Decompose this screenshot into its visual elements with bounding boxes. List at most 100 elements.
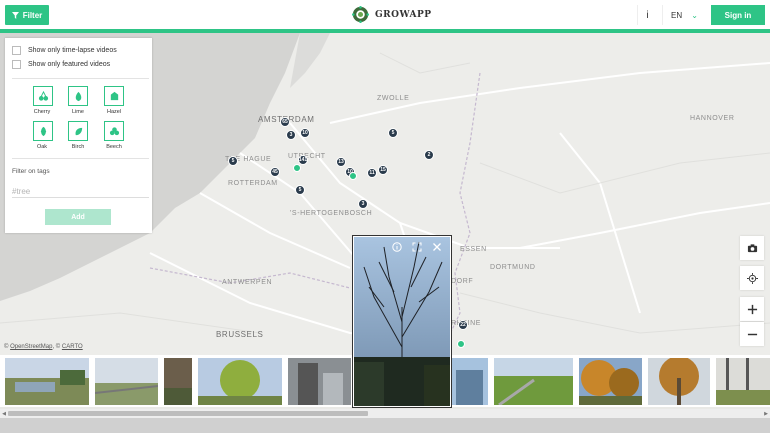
divider bbox=[12, 78, 149, 79]
zoom-out-button[interactable] bbox=[740, 322, 764, 346]
city-label: ANTWERPEN bbox=[222, 279, 273, 286]
video-pin-marker[interactable] bbox=[349, 172, 357, 180]
copyright-symbol: © bbox=[4, 344, 9, 350]
video-thumbnail[interactable] bbox=[494, 358, 573, 405]
featured-label: Show only featured videos bbox=[28, 61, 111, 68]
video-thumbnail[interactable] bbox=[648, 358, 710, 405]
app-logo[interactable]: GROWAPP bbox=[352, 6, 432, 23]
oak-icon bbox=[40, 126, 46, 136]
video-preview-image bbox=[354, 237, 450, 406]
divider bbox=[12, 158, 149, 159]
tree-filter-hazel[interactable] bbox=[104, 86, 124, 106]
hazel-icon bbox=[110, 91, 118, 100]
thumbnail-image bbox=[494, 358, 573, 405]
video-thumbnail[interactable] bbox=[164, 358, 192, 405]
tags-input[interactable] bbox=[12, 185, 149, 198]
top-bar: Filter GROWAPP i EN ⌄ Sign in bbox=[0, 0, 770, 30]
tree-filter-cherry[interactable] bbox=[33, 86, 53, 106]
chevron-down-icon: ⌄ bbox=[691, 10, 698, 20]
funnel-icon bbox=[11, 11, 19, 19]
thumbnail-image bbox=[716, 358, 770, 405]
video-thumbnail[interactable] bbox=[451, 358, 488, 405]
tree-filter-oak[interactable] bbox=[33, 121, 53, 141]
scroll-right-arrow-icon[interactable]: ▶ bbox=[762, 409, 770, 418]
camera-button[interactable] bbox=[740, 236, 764, 260]
scroll-left-arrow-icon[interactable]: ◀ bbox=[0, 409, 8, 418]
tree-filter-lime[interactable] bbox=[68, 86, 88, 106]
city-label: 'S-HERTOGENBOSCH bbox=[290, 210, 373, 217]
featured-checkbox[interactable] bbox=[12, 60, 21, 69]
video-cluster-marker[interactable]: 11 bbox=[367, 168, 377, 178]
popup-controls bbox=[392, 242, 442, 252]
time-lapse-checkbox-row[interactable]: Show only time-lapse videos bbox=[12, 46, 117, 55]
carto-link[interactable]: CARTO bbox=[62, 344, 83, 350]
video-thumbnail[interactable] bbox=[288, 358, 351, 405]
video-cluster-marker[interactable]: 22 bbox=[458, 320, 468, 330]
video-pin-marker[interactable] bbox=[293, 164, 301, 172]
language-select[interactable]: EN ⌄ bbox=[662, 5, 706, 25]
growapp-logo-icon bbox=[352, 6, 369, 23]
tags-filter-label: Filter on tags bbox=[12, 168, 50, 175]
video-cluster-marker[interactable]: 5 bbox=[295, 185, 305, 195]
close-icon[interactable] bbox=[432, 242, 442, 252]
growapp-window: Filter GROWAPP i EN ⌄ Sign in ZWOLLE HAN… bbox=[0, 0, 770, 433]
locate-button[interactable] bbox=[740, 266, 764, 290]
map-attribution: © OpenStreetMap, © CARTO bbox=[4, 344, 83, 350]
video-thumbnail[interactable] bbox=[579, 358, 642, 405]
city-label: ESSEN bbox=[460, 246, 487, 253]
video-cluster-marker[interactable]: 13 bbox=[336, 157, 346, 167]
video-thumbnail[interactable] bbox=[95, 358, 158, 405]
info-icon[interactable] bbox=[392, 242, 402, 252]
video-cluster-marker[interactable]: 141 bbox=[298, 155, 308, 165]
video-thumbnail[interactable] bbox=[5, 358, 89, 405]
video-cluster-marker[interactable]: 45 bbox=[270, 167, 280, 177]
time-lapse-label: Show only time-lapse videos bbox=[28, 47, 117, 54]
video-cluster-marker[interactable]: 5 bbox=[228, 156, 238, 166]
fullscreen-icon[interactable] bbox=[412, 242, 422, 252]
video-pin-marker[interactable] bbox=[457, 340, 465, 348]
camera-icon bbox=[747, 243, 757, 252]
language-value: EN bbox=[671, 10, 683, 20]
video-cluster-marker[interactable]: 3 bbox=[358, 199, 368, 209]
video-cluster-marker[interactable]: 65 bbox=[280, 117, 290, 127]
city-label: BRUSSELS bbox=[216, 330, 264, 339]
video-cluster-marker[interactable]: 5 bbox=[388, 128, 398, 138]
add-tag-button[interactable]: Add bbox=[45, 209, 111, 225]
thumbnail-image bbox=[288, 358, 351, 405]
tree-label: Hazel bbox=[106, 109, 122, 115]
cherry-icon bbox=[38, 90, 48, 101]
video-popup[interactable] bbox=[352, 235, 452, 408]
thumbnail-image bbox=[648, 358, 710, 405]
city-label: ROTTERDAM bbox=[228, 180, 278, 187]
tree-label: Beech bbox=[106, 144, 122, 150]
tree-filter-birch[interactable] bbox=[68, 121, 88, 141]
filter-button[interactable]: Filter bbox=[5, 5, 49, 25]
zoom-out-icon bbox=[747, 333, 757, 335]
thumbnail-image bbox=[451, 358, 488, 405]
beech-icon bbox=[109, 126, 119, 135]
zoom-in-button[interactable] bbox=[740, 297, 764, 321]
thumbnail-image bbox=[95, 358, 158, 405]
window-bottom-edge bbox=[0, 418, 770, 433]
lime-icon bbox=[75, 91, 81, 101]
thumbnail-image bbox=[164, 358, 192, 405]
openstreetmap-link[interactable]: OpenStreetMap bbox=[10, 344, 52, 350]
thumbnail-image bbox=[5, 358, 89, 405]
video-cluster-marker[interactable]: 10 bbox=[300, 128, 310, 138]
time-lapse-checkbox[interactable] bbox=[12, 46, 21, 55]
scrollbar-thumb[interactable] bbox=[8, 411, 368, 416]
video-thumbnail[interactable] bbox=[198, 358, 282, 405]
sign-in-button[interactable]: Sign in bbox=[711, 5, 765, 25]
video-cluster-marker[interactable]: 3 bbox=[286, 130, 296, 140]
filter-label: Filter bbox=[22, 10, 43, 20]
video-cluster-marker[interactable]: 15 bbox=[378, 165, 388, 175]
thumbnail-image bbox=[198, 358, 282, 405]
video-thumbnail[interactable] bbox=[716, 358, 770, 405]
tree-filter-beech[interactable] bbox=[104, 121, 124, 141]
thumbnail-image bbox=[579, 358, 642, 405]
birch-icon bbox=[75, 127, 82, 135]
info-button[interactable]: i bbox=[637, 5, 657, 25]
video-cluster-marker[interactable]: 2 bbox=[424, 150, 434, 160]
featured-checkbox-row[interactable]: Show only featured videos bbox=[12, 60, 110, 69]
horizontal-scrollbar[interactable]: ◀ ▶ bbox=[0, 409, 770, 418]
